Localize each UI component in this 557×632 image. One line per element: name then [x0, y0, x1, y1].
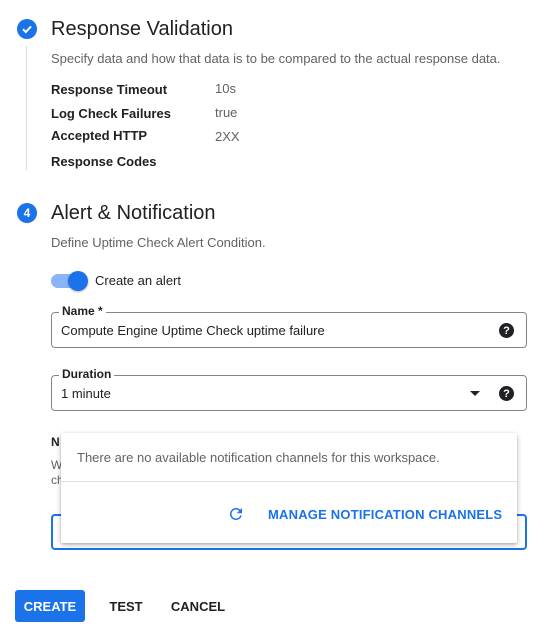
cancel-button[interactable]: CANCEL — [166, 590, 230, 622]
create-alert-toggle[interactable] — [51, 271, 88, 291]
no-channels-message: There are no available notification chan… — [77, 450, 440, 465]
alert-notification-description: Define Uptime Check Alert Condition. — [51, 235, 266, 250]
accepted-http-codes-label: Accepted HTTP Response Codes — [51, 128, 157, 169]
help-icon[interactable]: ? — [499, 323, 514, 338]
test-button[interactable]: TEST — [103, 590, 149, 622]
divider — [61, 481, 517, 482]
alert-name-label: Name * — [59, 304, 106, 318]
duration-label: Duration — [59, 367, 115, 381]
response-validation-title: Response Validation — [51, 18, 233, 40]
duration-value: 1 minute — [61, 386, 111, 401]
step-complete-check-icon — [17, 19, 37, 39]
notification-channels-label-fragment: N — [51, 435, 60, 449]
toggle-knob — [68, 271, 88, 291]
log-check-failures-value: true — [215, 105, 238, 120]
response-timeout-value: 10s — [215, 81, 236, 96]
log-check-failures-label: Log Check Failures — [51, 106, 171, 121]
create-button[interactable]: CREATE — [15, 590, 85, 622]
alert-name-field[interactable]: Name * Compute Engine Uptime Check uptim… — [51, 304, 527, 348]
alert-name-value: Compute Engine Uptime Check uptime failu… — [61, 323, 325, 338]
create-alert-label: Create an alert — [95, 273, 181, 288]
duration-select[interactable]: Duration 1 minute ? — [51, 367, 527, 411]
notification-channels-dropdown: There are no available notification chan… — [61, 433, 517, 543]
response-validation-description: Specify data and how that data is to be … — [51, 51, 501, 66]
accepted-http-codes-value: 2XX — [215, 129, 240, 144]
step-number-badge: 4 — [17, 203, 37, 223]
manage-notification-channels-link[interactable]: MANAGE NOTIFICATION CHANNELS — [268, 507, 502, 522]
chevron-down-icon[interactable] — [470, 391, 480, 396]
refresh-icon[interactable] — [227, 505, 245, 523]
step-connector-line — [26, 46, 27, 170]
alert-notification-title: Alert & Notification — [51, 202, 216, 224]
response-timeout-label: Response Timeout — [51, 82, 168, 97]
help-icon[interactable]: ? — [499, 386, 514, 401]
